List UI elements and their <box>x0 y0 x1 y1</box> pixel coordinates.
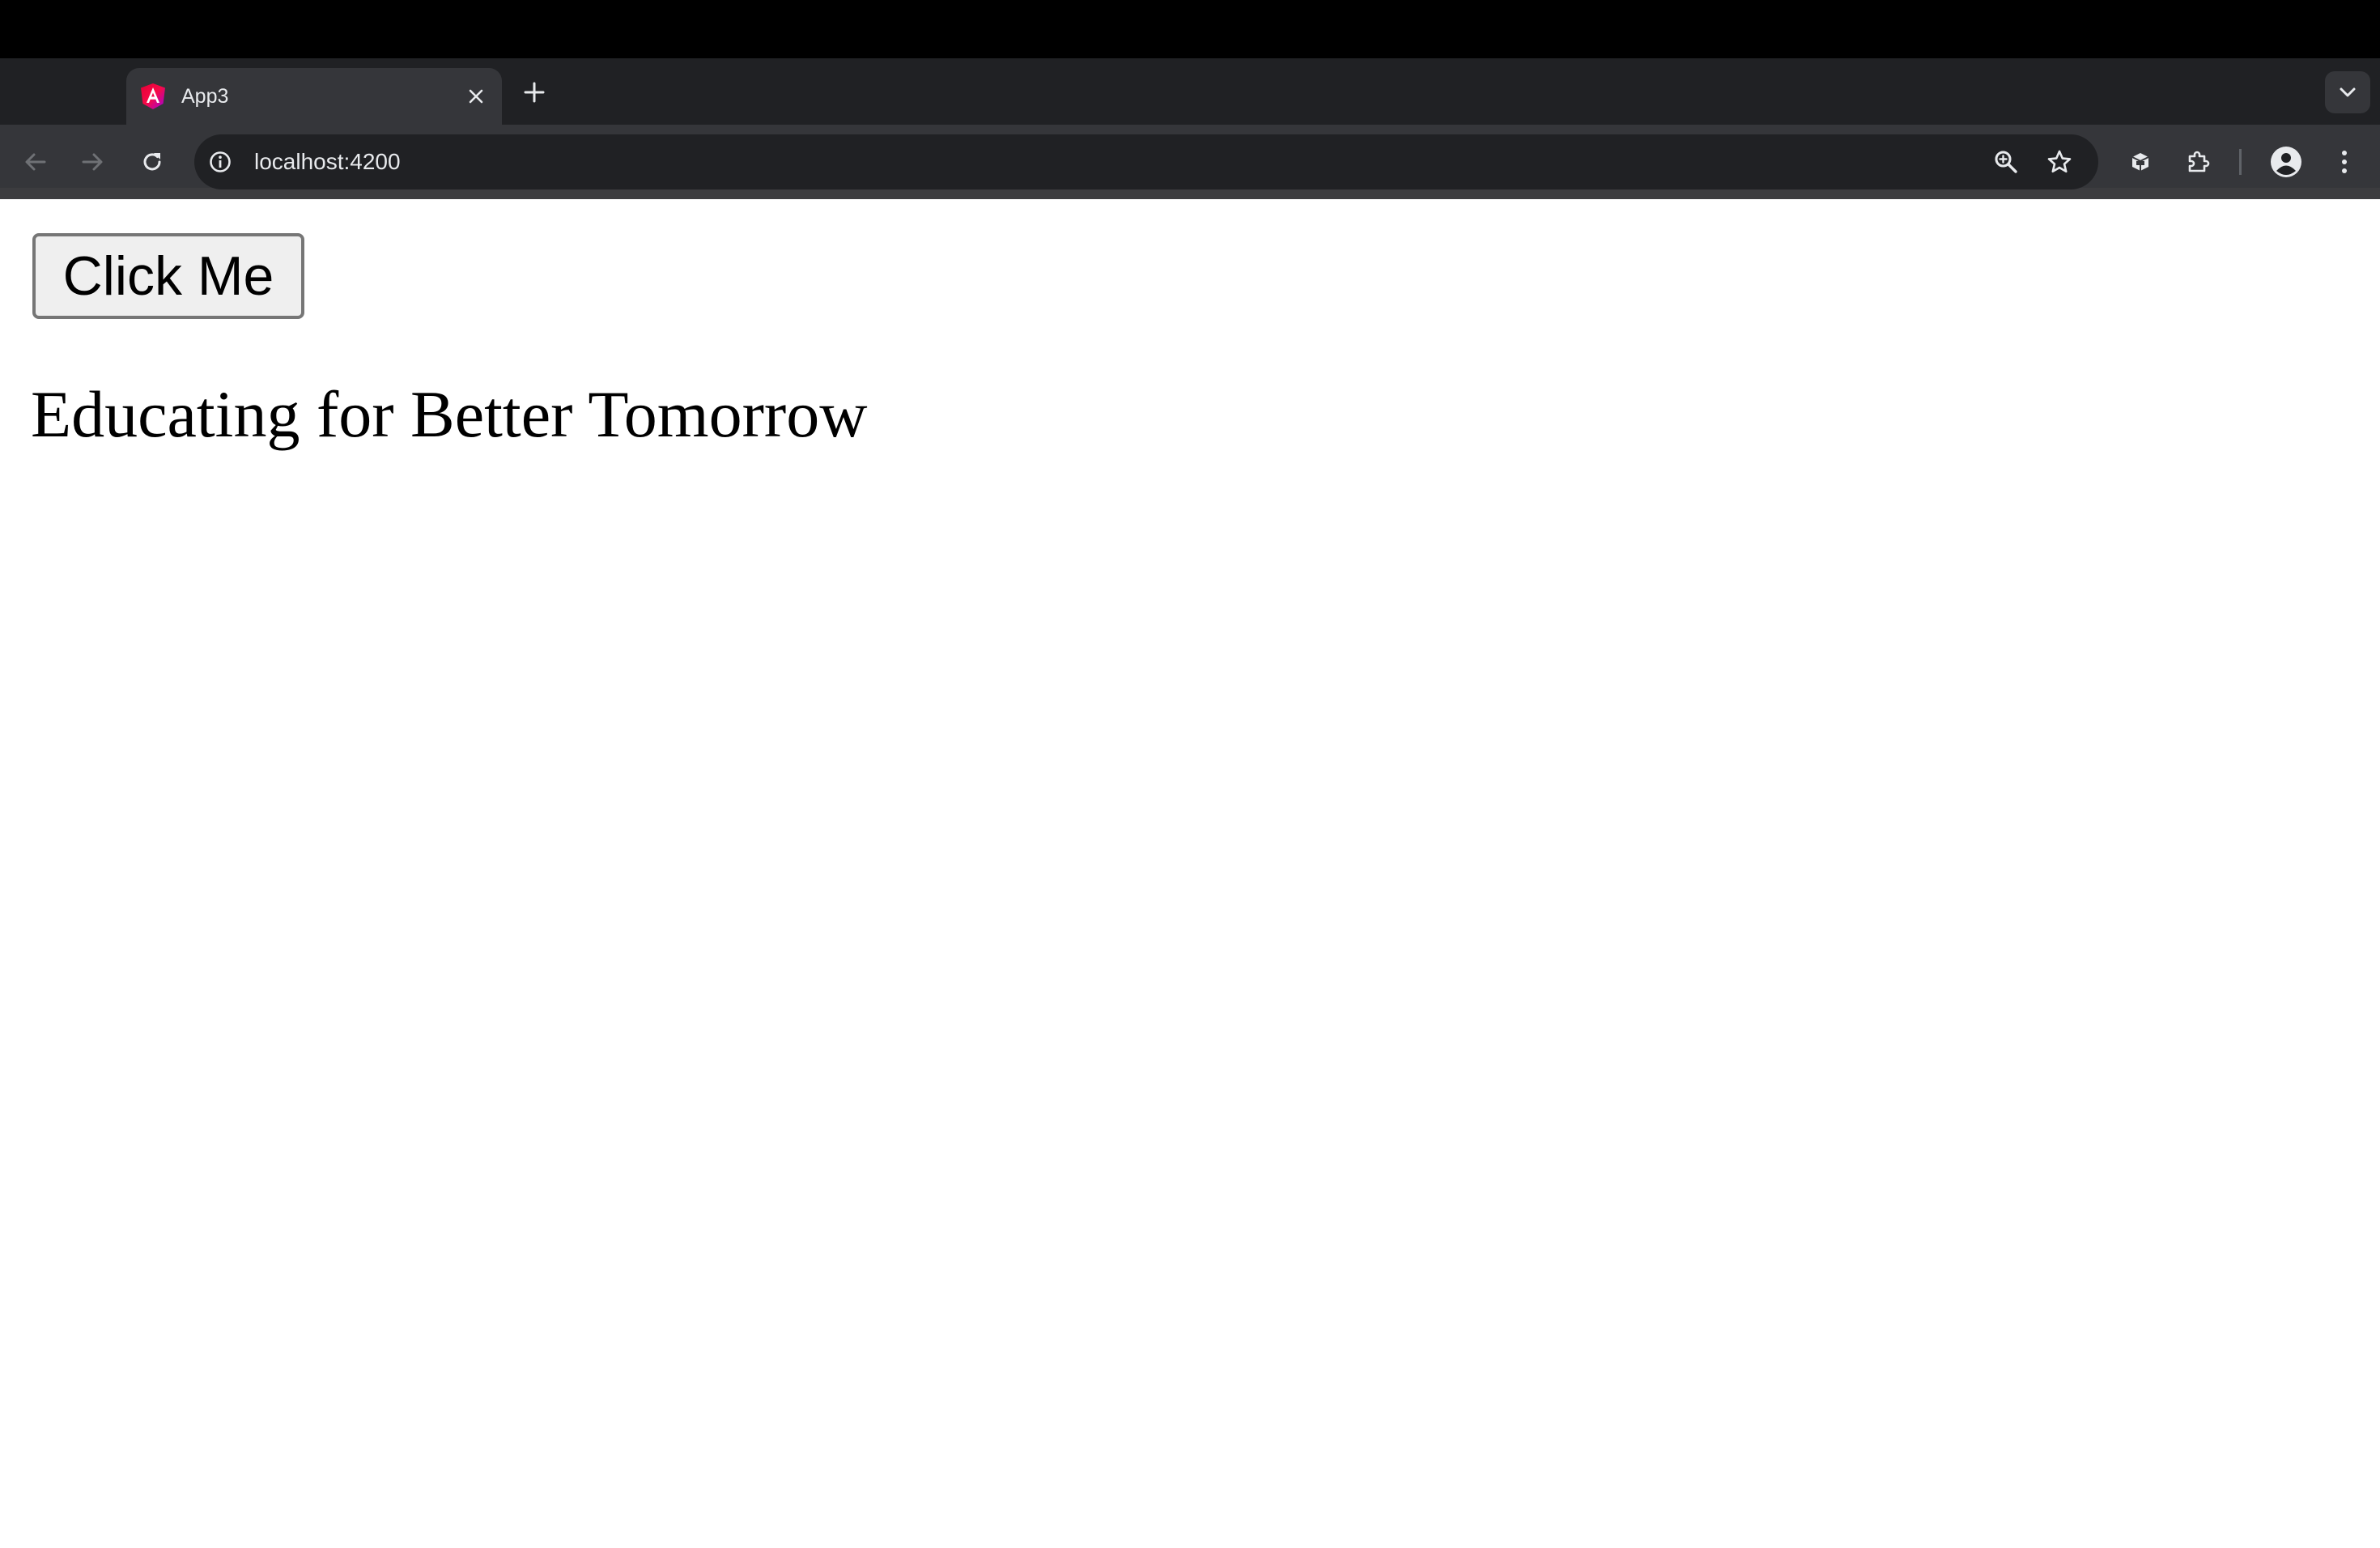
avatar-icon[interactable] <box>2267 142 2306 181</box>
angular-logo-icon <box>139 83 167 110</box>
kebab-menu-icon[interactable] <box>2325 142 2364 181</box>
toolbar-divider <box>0 188 2380 199</box>
browser-tab[interactable]: App3 <box>126 68 502 125</box>
reload-icon[interactable] <box>133 142 172 181</box>
close-icon[interactable] <box>461 82 491 111</box>
arrow-left-icon[interactable] <box>16 142 55 181</box>
os-menu-bar <box>0 0 2380 58</box>
tab-title: App3 <box>181 84 229 108</box>
zoom-icon[interactable] <box>1988 144 2024 180</box>
page-heading: Educating for Better Tomorrow <box>31 377 868 451</box>
click-me-button[interactable]: Click Me <box>32 233 304 319</box>
chevron-down-icon[interactable] <box>2325 71 2370 113</box>
url-text[interactable]: localhost:4200 <box>254 147 401 176</box>
address-bar[interactable] <box>194 134 2098 189</box>
info-icon[interactable] <box>204 146 236 178</box>
puzzle-icon[interactable] <box>2179 142 2218 181</box>
plus-icon[interactable] <box>518 76 550 108</box>
arrow-right-icon[interactable] <box>73 142 112 181</box>
toolbar-separator <box>2239 149 2242 175</box>
star-icon[interactable] <box>2042 144 2077 180</box>
extension-icon[interactable] <box>2121 142 2160 181</box>
